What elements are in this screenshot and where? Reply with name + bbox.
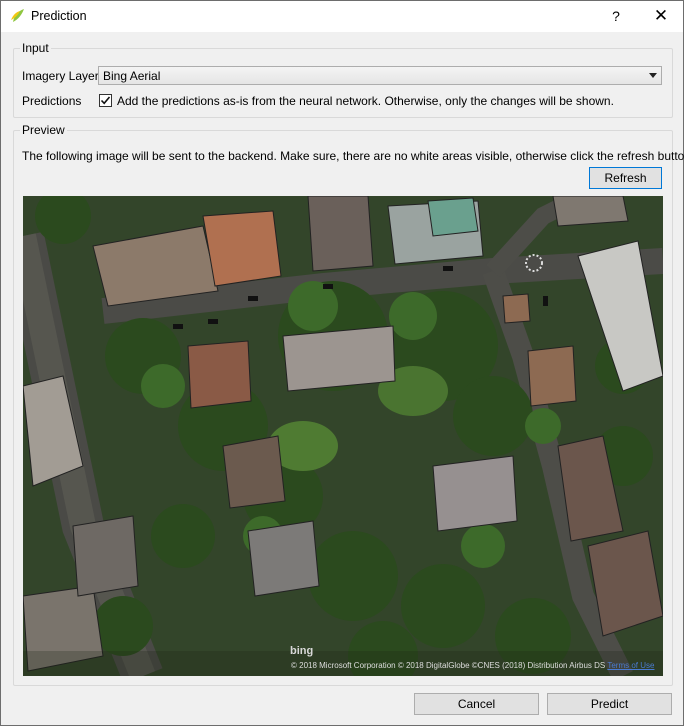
map-attribution: © 2018 Microsoft Corporation © 2018 Digi… bbox=[291, 661, 654, 670]
terms-of-use-link[interactable]: Terms of Use bbox=[607, 661, 654, 670]
help-button[interactable]: ? bbox=[601, 4, 631, 28]
imagery-layer-value: Bing Aerial bbox=[103, 69, 161, 83]
preview-group-legend: Preview bbox=[20, 123, 67, 137]
window-title: Prediction bbox=[31, 9, 87, 23]
prediction-dialog: Prediction ? ✕ Input Imagery Layer Bing … bbox=[0, 0, 684, 726]
preview-map-image: bing © 2018 Microsoft Corporation © 2018… bbox=[23, 196, 663, 676]
imagery-layer-label: Imagery Layer bbox=[22, 69, 99, 83]
preview-instruction: The following image will be sent to the … bbox=[22, 149, 684, 163]
qgis-icon bbox=[11, 9, 24, 22]
input-group-legend: Input bbox=[20, 41, 51, 55]
cancel-button[interactable]: Cancel bbox=[414, 693, 539, 715]
aerial-imagery bbox=[23, 196, 663, 676]
checkmark-icon bbox=[100, 96, 111, 105]
refresh-button[interactable]: Refresh bbox=[589, 167, 662, 189]
close-button[interactable]: ✕ bbox=[646, 4, 676, 28]
predictions-checkbox[interactable] bbox=[99, 94, 112, 107]
attribution-text: © 2018 Microsoft Corporation © 2018 Digi… bbox=[291, 661, 606, 670]
chevron-down-icon bbox=[649, 73, 657, 78]
bing-logo: bing bbox=[290, 645, 314, 657]
imagery-layer-select[interactable]: Bing Aerial bbox=[98, 66, 662, 85]
title-bar: Prediction ? ✕ bbox=[1, 1, 683, 32]
predict-button[interactable]: Predict bbox=[547, 693, 672, 715]
predictions-label: Predictions bbox=[22, 94, 82, 108]
predictions-checkbox-text[interactable]: Add the predictions as-is from the neura… bbox=[117, 94, 614, 108]
